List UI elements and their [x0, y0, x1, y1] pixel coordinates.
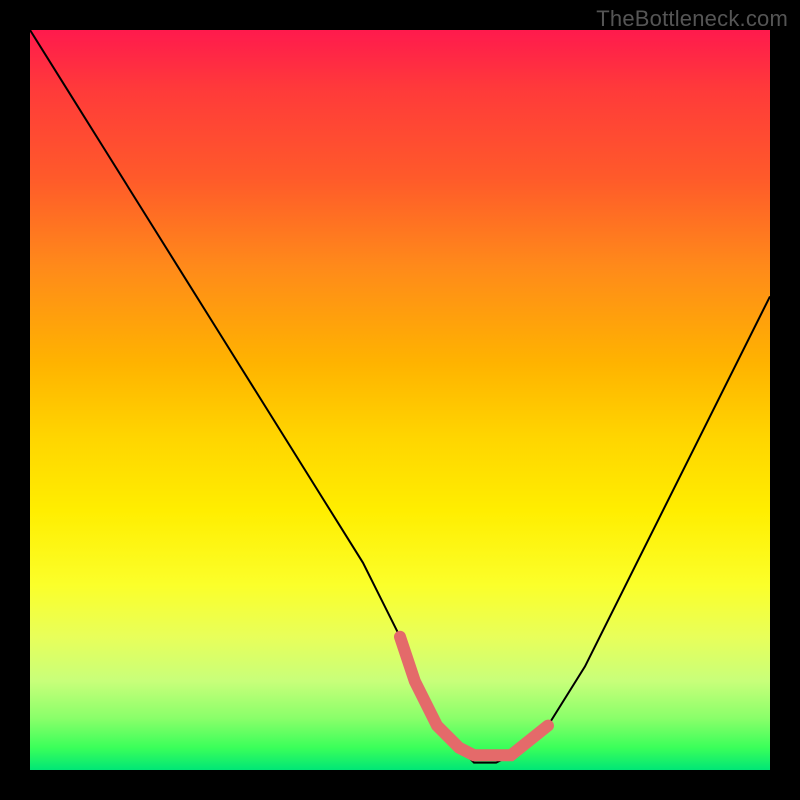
chart-svg [30, 30, 770, 770]
chart-frame: TheBottleneck.com [0, 0, 800, 800]
watermark-text: TheBottleneck.com [596, 6, 788, 32]
optimal-range-highlight [400, 637, 548, 755]
plot-area [30, 30, 770, 770]
